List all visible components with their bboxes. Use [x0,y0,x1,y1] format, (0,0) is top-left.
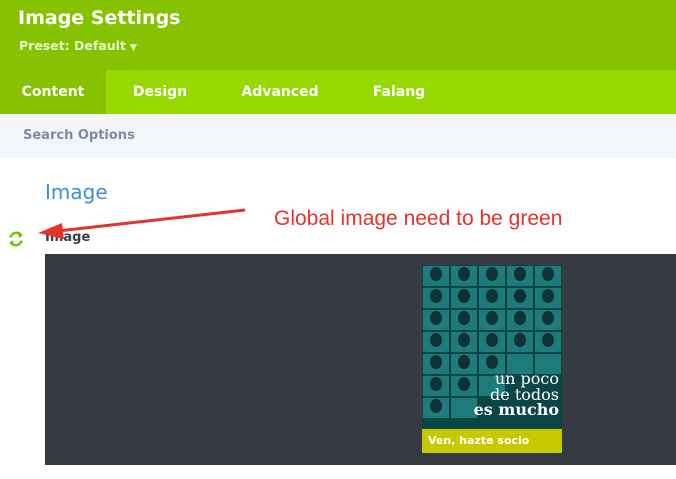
poster-cta-banner: Ven, hazte socio [422,429,562,453]
tab-design[interactable]: Design [106,70,214,114]
caret-down-icon: ▼ [129,43,137,53]
search-options-bar[interactable]: Search Options [0,114,676,158]
tab-content[interactable]: Content [0,70,106,114]
tab-bar: Content Design Advanced Falang [0,70,676,114]
settings-header: Image Settings Preset: Default ▼ [0,0,676,70]
preset-dropdown[interactable]: Preset: Default ▼ [19,38,137,53]
poster-image: un poco de todos es mucho Ven, hazte soc… [422,265,562,453]
tab-advanced[interactable]: Advanced [214,70,346,114]
preset-label: Preset: Default [19,38,126,53]
search-input[interactable]: Search Options [23,128,135,143]
sync-icon[interactable] [7,230,25,248]
image-field-label: Image [45,230,91,245]
poster-headline: un poco de todos es mucho [474,371,559,418]
poster-headline-line: es mucho [473,400,559,419]
annotation-text: Global image need to be green [274,207,563,230]
modal-title: Image Settings [18,7,181,29]
image-preview[interactable]: un poco de todos es mucho Ven, hazte soc… [45,254,676,465]
section-title: Image [45,180,108,204]
tab-falang[interactable]: Falang [346,70,452,114]
